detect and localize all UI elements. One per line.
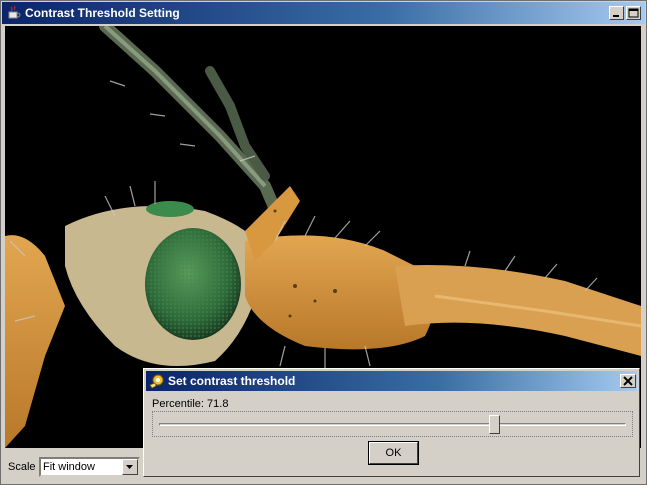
ok-button[interactable]: OK <box>368 441 419 465</box>
dialog-title-bar[interactable]: Set contrast threshold <box>146 371 637 391</box>
maximize-icon <box>628 8 639 18</box>
slider-track[interactable] <box>159 423 626 426</box>
threshold-dialog: Set contrast threshold Percentile: 71.8 … <box>143 368 640 477</box>
maximize-button[interactable] <box>626 6 641 20</box>
scale-select[interactable]: Fit window <box>39 457 140 477</box>
dialog-title: Set contrast threshold <box>168 374 296 388</box>
scale-label: Scale <box>8 461 36 473</box>
chevron-down-icon[interactable] <box>122 459 138 475</box>
slider-thumb[interactable] <box>489 415 501 434</box>
window-title: Contrast Threshold Setting <box>25 6 180 20</box>
minimize-button[interactable] <box>609 6 624 20</box>
percentile-slider[interactable] <box>152 411 633 437</box>
gear-hand-icon <box>149 374 164 389</box>
close-icon <box>623 376 633 386</box>
dialog-close-button[interactable] <box>620 374 636 388</box>
java-cup-icon <box>8 5 21 19</box>
scale-select-value: Fit window <box>43 461 95 473</box>
minimize-icon <box>613 15 619 17</box>
percentile-label: Percentile: 71.8 <box>152 398 229 410</box>
title-bar[interactable]: Contrast Threshold Setting <box>2 2 645 24</box>
